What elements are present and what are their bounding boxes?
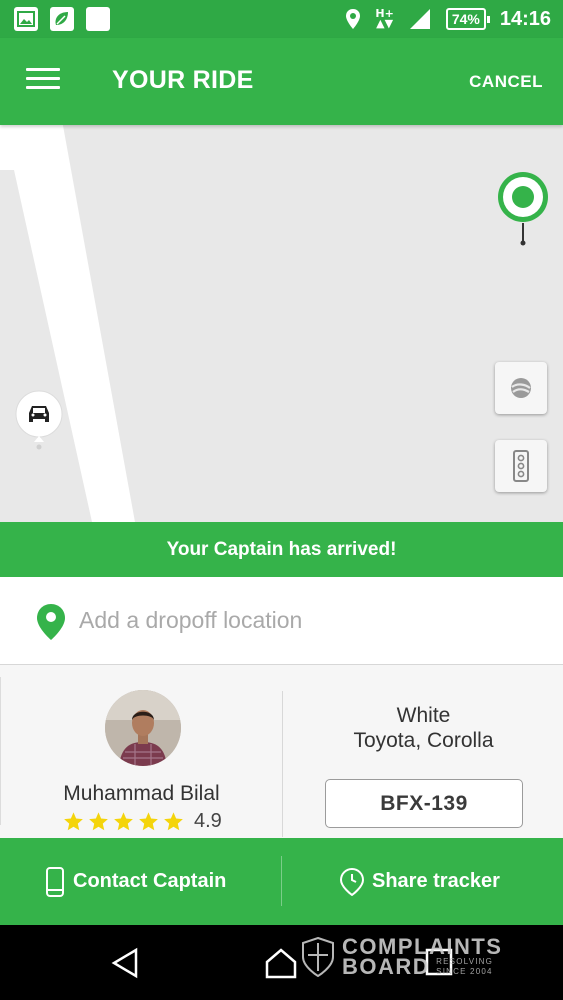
captain-avatar [105,690,181,766]
gallery-icon [14,7,38,31]
location-clock-icon [340,867,364,896]
star-icon [164,812,183,831]
map-view[interactable] [0,125,563,522]
app-bar: YOUR RIDE CANCEL [0,38,563,125]
actions-divider [281,856,282,906]
captain-arrived-banner: Your Captain has arrived! [0,522,563,577]
watermark-tag2: SINCE 2004 [436,967,493,976]
shield-logo [302,937,334,977]
license-plate: BFX-139 [325,779,523,828]
star-icon [89,812,108,831]
location-pin-icon [37,604,65,640]
traffic-light-icon[interactable] [495,440,547,492]
car-icon [15,389,65,451]
system-nav-bar: COMPLAINTS BOARD RESOLVING SINCE 2004 [0,925,563,1000]
share-tracker-label: Share tracker [372,870,500,892]
ride-info-panel: Muhammad Bilal 4.9 White Toyota, Corolla… [0,665,563,838]
google-earth-icon[interactable] [495,362,547,414]
rating-value: 4.9 [194,810,222,832]
watermark-line2: BOARD [342,954,431,979]
home-icon[interactable] [264,947,298,979]
page-title: YOUR RIDE [112,66,254,94]
location-icon [346,9,361,29]
share-tracker-button[interactable]: Share tracker [340,838,500,925]
battery-indicator: 74% [445,8,490,30]
vehicle-color: White [396,704,451,727]
blank-notification-icon [86,7,110,31]
star-icon [139,812,158,831]
star-icon [114,812,133,831]
dropoff-placeholder: Add a dropoff location [79,607,303,633]
menu-icon[interactable] [26,68,60,94]
signal-icon [409,9,430,29]
status-bar: H+ ▲▼ 74% 14:16 [0,0,563,38]
network-type: H+ ▲▼ [375,7,394,30]
back-icon[interactable] [110,947,140,979]
app-notification-icon [50,7,74,31]
star-icon [64,812,83,831]
captain-name: Muhammad Bilal [63,782,220,805]
captain-rating: 4.9 [63,810,222,833]
vehicle-model: Toyota, Corolla [353,729,494,752]
clock: 14:16 [499,7,551,30]
contact-captain-label: Contact Captain [73,870,227,892]
dropoff-location-field[interactable]: Add a dropoff location [0,577,563,665]
map-roads [0,125,135,522]
contact-captain-button[interactable]: Contact Captain [45,838,226,925]
phone-icon [46,866,64,897]
ride-actions-bar: Contact Captain Share tracker [0,838,563,925]
watermark: COMPLAINTS BOARD RESOLVING SINCE 2004 [302,936,502,979]
cancel-button[interactable]: CANCEL [469,72,543,92]
pickup-location-pin-icon[interactable] [497,171,551,251]
notification-icons [14,7,110,31]
watermark-tag1: RESOLVING [436,957,494,966]
